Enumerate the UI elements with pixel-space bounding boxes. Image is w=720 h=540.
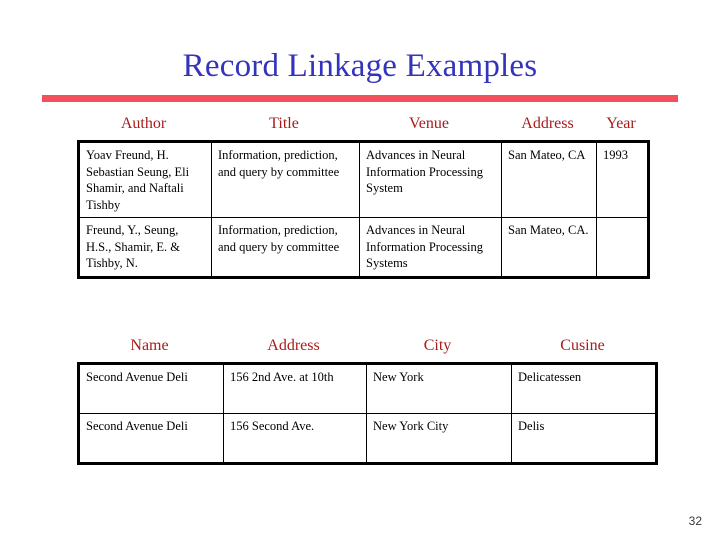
column-header-year: Year (606, 115, 636, 132)
slide-canvas: Record Linkage Examples Author Title Ven… (0, 0, 720, 540)
cell-title: Information, prediction, and query by co… (211, 217, 360, 278)
cell-address: 156 Second Ave. (223, 413, 367, 464)
column-header-address: Address (267, 337, 320, 354)
cell-year: 1993 (596, 141, 649, 218)
column-header-venue: Venue (409, 115, 449, 132)
cell-cusine: Delis (511, 413, 657, 464)
restaurants-column-headers: Name Address City Cusine (77, 336, 658, 362)
column-header-city: City (423, 337, 452, 354)
table-row: Second Avenue Deli 156 Second Ave. New Y… (78, 413, 657, 464)
cell-venue: Advances in Neural Information Processin… (359, 217, 502, 278)
cell-name: Second Avenue Deli (78, 363, 224, 414)
publications-column-headers: Author Title Venue Address Year (77, 114, 650, 140)
page-number: 32 (688, 514, 702, 528)
cell-year (596, 217, 649, 278)
column-header-cusine: Cusine (560, 337, 605, 354)
publications-table-block: Author Title Venue Address Year Yoav Fre… (77, 114, 650, 279)
cell-venue: Advances in Neural Information Processin… (359, 141, 502, 218)
cell-city: New York City (366, 413, 512, 464)
cell-author: Freund, Y., Seung, H.S., Shamir, E. & Ti… (78, 217, 212, 278)
title-accent-rule (42, 95, 678, 102)
cell-cusine: Delicatessen (511, 363, 657, 414)
cell-name: Second Avenue Deli (78, 413, 224, 464)
restaurants-table-block: Name Address City Cusine Second Avenue D… (77, 336, 658, 465)
column-header-author: Author (120, 115, 167, 132)
cell-city: New York (366, 363, 512, 414)
column-header-title: Title (269, 115, 299, 132)
cell-author: Yoav Freund, H. Sebastian Seung, Eli Sha… (78, 141, 212, 218)
page-title: Record Linkage Examples (182, 48, 538, 84)
cell-title: Information, prediction, and query by co… (211, 141, 360, 218)
column-header-name: Name (130, 337, 169, 354)
cell-address: 156 2nd Ave. at 10th (223, 363, 367, 414)
table-row: Yoav Freund, H. Sebastian Seung, Eli Sha… (78, 141, 649, 218)
publications-table: Yoav Freund, H. Sebastian Seung, Eli Sha… (77, 140, 650, 279)
table-row: Second Avenue Deli 156 2nd Ave. at 10th … (78, 363, 657, 414)
table-row: Freund, Y., Seung, H.S., Shamir, E. & Ti… (78, 217, 649, 278)
restaurants-table: Second Avenue Deli 156 2nd Ave. at 10th … (77, 362, 658, 465)
column-header-address: Address (521, 115, 574, 132)
cell-address: San Mateo, CA (501, 141, 597, 218)
cell-address: San Mateo, CA. (501, 217, 597, 278)
